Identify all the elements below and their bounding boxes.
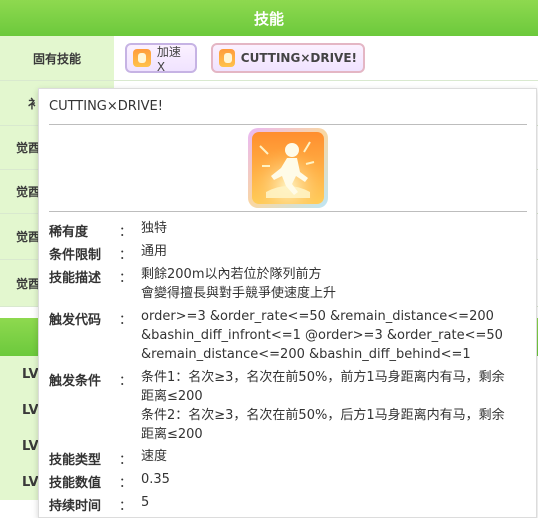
divider bbox=[49, 124, 527, 125]
duration-label: 持续时间 bbox=[49, 499, 102, 514]
colon: ： bbox=[119, 225, 133, 240]
skill-type-value: 速度 bbox=[141, 449, 168, 464]
skill-type-label: 技能类型 bbox=[49, 453, 102, 468]
divider bbox=[49, 211, 527, 212]
colon: ： bbox=[119, 453, 133, 468]
colon: ： bbox=[119, 476, 133, 491]
lv-row-1: LV bbox=[0, 356, 40, 392]
skill-value-label: 技能数值 bbox=[49, 476, 102, 491]
skill-label: CUTTING×DRIVE! bbox=[240, 51, 357, 65]
unique-skill-row: 固有技能 加速X CUTTING×DRIVE! bbox=[0, 36, 538, 81]
skill-value-value: 0.35 bbox=[141, 472, 170, 487]
description-label: 技能描述 bbox=[49, 271, 102, 286]
colon: ： bbox=[119, 374, 133, 389]
tooltip-title: CUTTING×DRIVE! bbox=[49, 99, 163, 114]
panel-header: 技能 bbox=[0, 0, 538, 36]
lv-row-3: LV bbox=[0, 428, 40, 464]
skill-icon-frame bbox=[248, 128, 328, 208]
description-value: 剩餘200m以內若位於隊列前方 會變得擅長與對手競爭使速度上升 bbox=[141, 267, 337, 301]
trigger-condition-label: 触发条件 bbox=[49, 374, 102, 389]
row-label-unique: 固有技能 bbox=[0, 36, 114, 80]
rarity-value: 独特 bbox=[141, 221, 168, 236]
trigger-code-value: order>=3 &order_rate<=50 &remain_distanc… bbox=[141, 309, 503, 362]
trigger-condition-value: 条件1：名次≥3，名次在前50%，前方1马身距离内有马，剩余 距离≤200 条件… bbox=[141, 370, 505, 442]
lv-row-2: LV bbox=[0, 392, 40, 428]
running-skill-icon bbox=[219, 49, 235, 67]
restriction-label: 条件限制 bbox=[49, 248, 102, 263]
duration-value: 5 bbox=[141, 495, 150, 510]
restriction-value: 通用 bbox=[141, 244, 168, 259]
colon: ： bbox=[119, 313, 133, 328]
running-figure-icon bbox=[252, 132, 324, 204]
colon: ： bbox=[119, 248, 133, 263]
colon: ： bbox=[119, 499, 133, 514]
skill-tooltip: CUTTING×DRIVE! 稀有度 ： 独特 条件限制 ： 通用 技能描述 ：… bbox=[38, 88, 537, 518]
rarity-label: 稀有度 bbox=[49, 225, 89, 240]
colon: ： bbox=[119, 271, 133, 286]
trigger-code-label: 触发代码 bbox=[49, 313, 102, 328]
panel-title: 技能 bbox=[253, 9, 284, 28]
lv-row-4: LV bbox=[0, 464, 40, 500]
skill-button-cutting-drive[interactable]: CUTTING×DRIVE! bbox=[211, 43, 365, 73]
skill-button-speed-x[interactable]: 加速X bbox=[125, 43, 197, 74]
skill-label: 加速X bbox=[156, 44, 181, 74]
speed-skill-icon bbox=[133, 49, 151, 67]
